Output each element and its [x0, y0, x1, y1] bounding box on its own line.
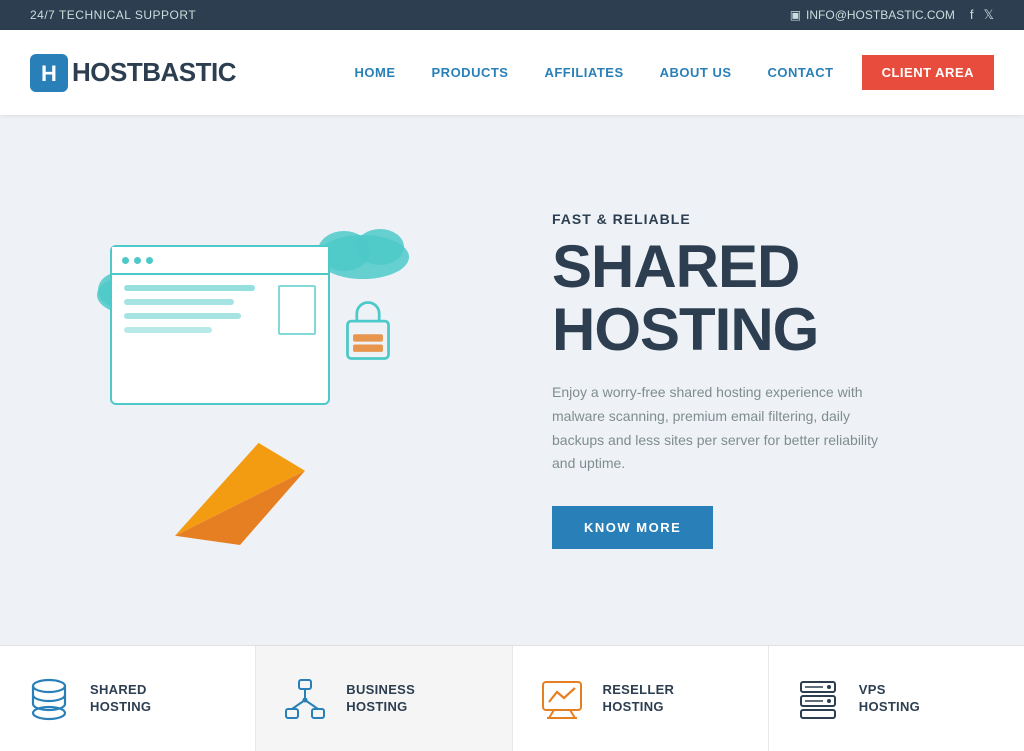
browser-window-icon [110, 245, 330, 405]
facebook-icon[interactable]: f [970, 7, 974, 23]
hero-description: Enjoy a worry-free shared hosting experi… [552, 381, 902, 476]
hero-subtitle: FAST & RELIABLE [552, 211, 964, 227]
know-more-button[interactable]: KNOW MORE [552, 506, 713, 549]
reseller-hosting-label: RESELLERHOSTING [603, 682, 675, 716]
feature-vps-hosting[interactable]: VPSHOSTING [769, 646, 1024, 751]
nav-products[interactable]: PRODUCTS [414, 65, 527, 80]
hero-text: FAST & RELIABLE SHARED HOSTING Enjoy a w… [522, 211, 964, 549]
hero-section: FAST & RELIABLE SHARED HOSTING Enjoy a w… [0, 115, 1024, 645]
paper-plane-icon [160, 415, 320, 545]
hero-title: SHARED HOSTING [552, 235, 964, 361]
header: H HOSTBASTIC HOME PRODUCTS AFFILIATES AB… [0, 30, 1024, 115]
lock-icon [338, 295, 398, 365]
logo[interactable]: H HOSTBASTIC [30, 54, 236, 92]
feature-business-hosting[interactable]: BUSINESSHOSTING [256, 646, 512, 751]
logo-icon: H [30, 54, 68, 92]
svg-text:H: H [41, 61, 57, 86]
feature-reseller-hosting[interactable]: RESELLERHOSTING [513, 646, 769, 751]
main-nav: HOME PRODUCTS AFFILIATES ABOUT US CONTAC… [337, 55, 994, 90]
client-area-button[interactable]: CLIENT AREA [862, 55, 994, 90]
nav-home[interactable]: HOME [337, 65, 414, 80]
database-icon [24, 674, 74, 724]
vps-hosting-label: VPSHOSTING [859, 682, 920, 716]
chart-icon [537, 674, 587, 724]
logo-text: HOSTBASTIC [72, 57, 236, 88]
server-icon [793, 674, 843, 724]
top-bar-right: ▣ INFO@HOSTBASTIC.COM f 𝕏 [790, 7, 994, 23]
features-bar: SHAREDHOSTING BUSINESSHOSTING [0, 645, 1024, 751]
support-text: 24/7 TECHNICAL SUPPORT [30, 8, 196, 22]
top-bar: 24/7 TECHNICAL SUPPORT ▣ INFO@HOSTBASTIC… [0, 0, 1024, 30]
email-address: INFO@HOSTBASTIC.COM [806, 8, 955, 22]
network-icon [280, 674, 330, 724]
nav-contact[interactable]: CONTACT [750, 65, 852, 80]
shared-hosting-label: SHAREDHOSTING [90, 682, 151, 716]
social-links: f 𝕏 [970, 7, 994, 23]
email-info: ▣ INFO@HOSTBASTIC.COM [790, 8, 955, 22]
nav-about[interactable]: ABOUT US [642, 65, 750, 80]
hero-illustration [80, 205, 478, 555]
nav-affiliates[interactable]: AFFILIATES [526, 65, 641, 80]
twitter-icon[interactable]: 𝕏 [984, 7, 994, 23]
feature-shared-hosting[interactable]: SHAREDHOSTING [0, 646, 256, 751]
envelope-icon: ▣ [790, 8, 801, 22]
business-hosting-label: BUSINESSHOSTING [346, 682, 415, 716]
